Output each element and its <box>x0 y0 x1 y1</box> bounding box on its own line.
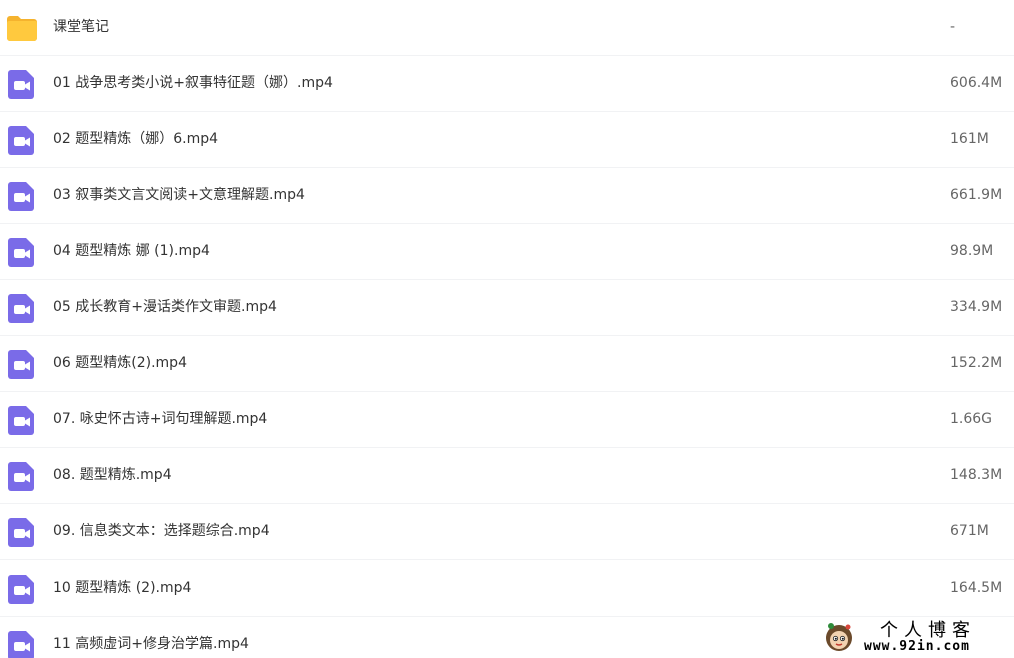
folder-icon <box>6 12 38 44</box>
watermark: 个人博客 www.92in.com <box>818 614 1014 658</box>
folder-row-notes[interactable]: 课堂笔记 - <box>0 0 1014 56</box>
file-size: 606.4M <box>950 75 1003 91</box>
file-row[interactable]: 05 成长教育+漫话类作文审题.mp4 334.9M <box>0 280 1014 336</box>
file-row[interactable]: 10 题型精炼 (2).mp4 164.5M <box>0 561 1014 617</box>
video-file-icon <box>6 460 38 492</box>
file-name: 11 高频虚词+修身治学篇.mp4 <box>53 636 249 652</box>
file-size: 334.9M <box>950 299 1003 315</box>
file-row[interactable]: 08. 题型精炼.mp4 148.3M <box>0 448 1014 504</box>
video-file-icon <box>6 236 38 268</box>
file-name: 07. 咏史怀古诗+词句理解题.mp4 <box>53 411 268 427</box>
file-size: 671M <box>950 523 989 539</box>
file-size: - <box>950 19 956 35</box>
video-file-icon <box>6 516 38 548</box>
file-row[interactable]: 01 战争思考类小说+叙事特征题（娜）.mp4 606.4M <box>0 56 1014 112</box>
file-row[interactable]: 06 题型精炼(2).mp4 152.2M <box>0 336 1014 392</box>
file-name: 课堂笔记 <box>53 19 109 35</box>
file-name: 10 题型精炼 (2).mp4 <box>53 580 192 596</box>
file-name: 09. 信息类文本：选择题综合.mp4 <box>53 523 270 539</box>
video-file-icon <box>6 573 38 605</box>
file-size: 148.3M <box>950 467 1003 483</box>
file-name: 06 题型精炼(2).mp4 <box>53 355 187 371</box>
file-list: 课堂笔记 - 01 战争思考类小说+叙事特征题（娜）.mp4 606.4M 02… <box>0 0 1014 658</box>
file-name: 02 题型精炼（娜）6.mp4 <box>53 131 219 147</box>
file-row[interactable]: 07. 咏史怀古诗+词句理解题.mp4 1.66G <box>0 392 1014 448</box>
file-row[interactable]: 04 题型精炼 娜 (1).mp4 98.9M <box>0 224 1014 280</box>
file-size: 1.66G <box>950 411 993 427</box>
video-file-icon <box>6 292 38 324</box>
video-file-icon <box>6 124 38 156</box>
file-name: 01 战争思考类小说+叙事特征题（娜）.mp4 <box>53 75 333 91</box>
file-size: 661.9M <box>950 187 1003 203</box>
video-file-icon <box>6 68 38 100</box>
file-name: 03 叙事类文言文阅读+文意理解题.mp4 <box>53 187 305 203</box>
file-size: 98.9M <box>950 243 994 259</box>
file-size: 152.2M <box>950 355 1003 371</box>
file-row[interactable]: 09. 信息类文本：选择题综合.mp4 671M <box>0 504 1014 560</box>
video-file-icon <box>6 180 38 212</box>
file-size: 161M <box>950 131 989 147</box>
video-file-icon <box>6 404 38 436</box>
file-row[interactable]: 03 叙事类文言文阅读+文意理解题.mp4 661.9M <box>0 168 1014 224</box>
file-row[interactable]: 02 题型精炼（娜）6.mp4 161M <box>0 112 1014 168</box>
cartoon-logo-icon <box>822 620 856 654</box>
watermark-url: www.92in.com <box>864 639 970 654</box>
video-file-icon <box>6 629 38 658</box>
file-name: 08. 题型精炼.mp4 <box>53 467 172 483</box>
file-size: 164.5M <box>950 580 1003 596</box>
video-file-icon <box>6 348 38 380</box>
file-name: 05 成长教育+漫话类作文审题.mp4 <box>53 299 277 315</box>
file-name: 04 题型精炼 娜 (1).mp4 <box>53 243 210 259</box>
